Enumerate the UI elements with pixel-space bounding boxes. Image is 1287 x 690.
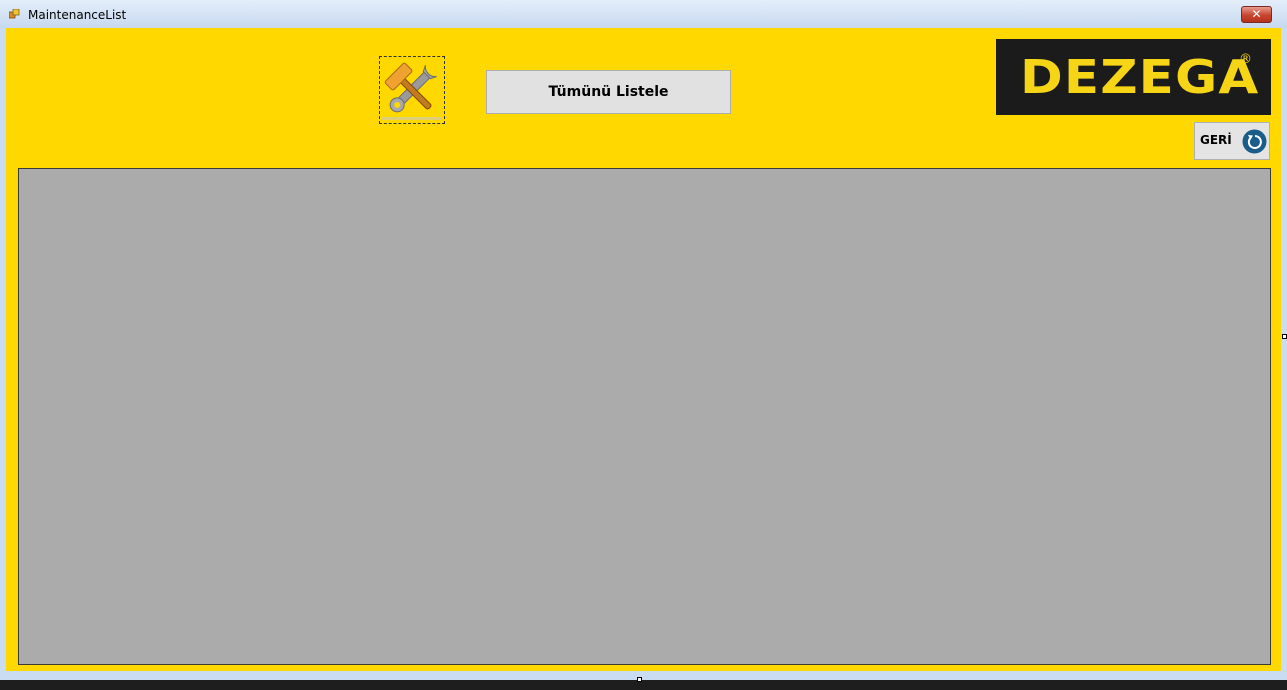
maintenance-data-grid[interactable] [18,168,1271,665]
close-icon: ✕ [1251,7,1262,21]
list-all-button[interactable]: Tümünü Listele [486,70,731,114]
form-client-area: Tümünü Listele DEZEGA ® GERİ [6,28,1281,671]
back-button[interactable]: GERİ [1194,122,1270,160]
maintenance-list-window: MaintenanceList ✕ Tümünü Listele DEZEGA … [0,0,1287,680]
dezega-logo: DEZEGA ® [996,39,1271,115]
designer-background [0,680,1287,690]
close-button[interactable]: ✕ [1241,6,1272,23]
title-bar[interactable]: MaintenanceList ✕ [0,0,1287,28]
tools-picture[interactable] [379,56,445,124]
resize-handle-right[interactable] [1282,334,1287,339]
window-title: MaintenanceList [28,8,127,22]
registered-mark: ® [1239,52,1252,67]
logo-text: DEZEGA [1020,50,1260,104]
resize-handle-bottom[interactable] [637,677,642,682]
form-icon [9,9,20,19]
refresh-arrow-icon [1242,129,1267,154]
wrench-hammer-icon [382,62,442,120]
back-button-label: GERİ [1200,133,1232,147]
